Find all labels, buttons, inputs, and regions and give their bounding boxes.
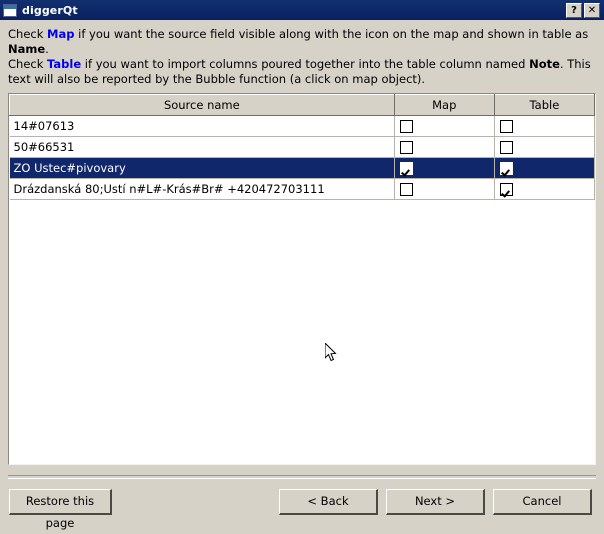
instruction-line-2: Check Table if you want to import column… [8, 57, 596, 87]
map-checkbox[interactable] [400, 141, 413, 154]
table-row[interactable]: ZO Ustec#pivovary [10, 158, 595, 179]
navigation-buttons: < Back Next > Cancel [279, 489, 592, 515]
table-empty-area [9, 200, 595, 464]
table-row[interactable]: 14#07613 [10, 116, 595, 137]
help-button[interactable]: ? [566, 3, 582, 18]
keyword-map: Map [47, 27, 74, 41]
table-row[interactable]: 50#66531 [10, 137, 595, 158]
instruction-line-1: Check Map if you want the source field v… [8, 27, 596, 57]
column-header-source-name[interactable]: Source name [10, 95, 395, 116]
cell-map-checkbox[interactable] [394, 137, 494, 158]
source-field-table[interactable]: Source name Map Table 14#0761350#66531ZO… [8, 93, 596, 465]
instruction-text: Check Map if you want the source field v… [0, 20, 604, 93]
table-checkbox[interactable] [500, 120, 513, 133]
title-bar-buttons: ? ✕ [566, 3, 600, 18]
table-checkbox[interactable] [500, 162, 513, 175]
next-button[interactable]: Next > [386, 489, 485, 515]
map-checkbox[interactable] [400, 162, 413, 175]
instr2-text2: if you want to import columns poured tog… [81, 57, 529, 71]
instr1-text3: . [45, 42, 49, 56]
column-header-table[interactable]: Table [494, 95, 594, 116]
cell-map-checkbox[interactable] [394, 158, 494, 179]
window-icon [3, 4, 17, 17]
cell-source-name[interactable]: 50#66531 [10, 137, 395, 158]
cell-map-checkbox[interactable] [394, 116, 494, 137]
dialog-window: diggerQt ? ✕ Check Map if you want the s… [0, 0, 604, 525]
cancel-button[interactable]: Cancel [493, 489, 592, 515]
keyword-table: Table [47, 57, 81, 71]
cell-map-checkbox[interactable] [394, 179, 494, 200]
cell-source-name[interactable]: Drázdanská 80;Ustí n#L#-Krás#Br# +420472… [10, 179, 395, 200]
cell-source-name[interactable]: ZO Ustec#pivovary [10, 158, 395, 179]
keyword-note: Note [529, 57, 560, 71]
table-row[interactable]: Drázdanská 80;Ustí n#L#-Krás#Br# +420472… [10, 179, 595, 200]
instr1-text1: Check [8, 27, 47, 41]
title-bar: diggerQt ? ✕ [0, 0, 604, 20]
close-button[interactable]: ✕ [584, 3, 600, 18]
table-checkbox[interactable] [500, 141, 513, 154]
instr2-text1: Check [8, 57, 47, 71]
back-button[interactable]: < Back [279, 489, 378, 515]
column-header-map[interactable]: Map [394, 95, 494, 116]
field-grid: Source name Map Table 14#0761350#66531ZO… [9, 94, 595, 200]
restore-this-page-button[interactable]: Restore this page [9, 489, 112, 515]
cell-table-checkbox[interactable] [494, 116, 594, 137]
cell-table-checkbox[interactable] [494, 179, 594, 200]
table-header: Source name Map Table [10, 95, 595, 116]
button-bar: Restore this page < Back Next > Cancel [0, 479, 604, 525]
cell-table-checkbox[interactable] [494, 137, 594, 158]
window-title: diggerQt [22, 4, 566, 17]
header-row: Source name Map Table [10, 95, 595, 116]
table-body: 14#0761350#66531ZO Ustec#pivovaryDrázdan… [10, 116, 595, 200]
instr1-text2: if you want the source field visible alo… [74, 27, 588, 41]
table-checkbox[interactable] [500, 183, 513, 196]
cell-source-name[interactable]: 14#07613 [10, 116, 395, 137]
keyword-name: Name [8, 42, 45, 56]
map-checkbox[interactable] [400, 183, 413, 196]
cell-table-checkbox[interactable] [494, 158, 594, 179]
map-checkbox[interactable] [400, 120, 413, 133]
